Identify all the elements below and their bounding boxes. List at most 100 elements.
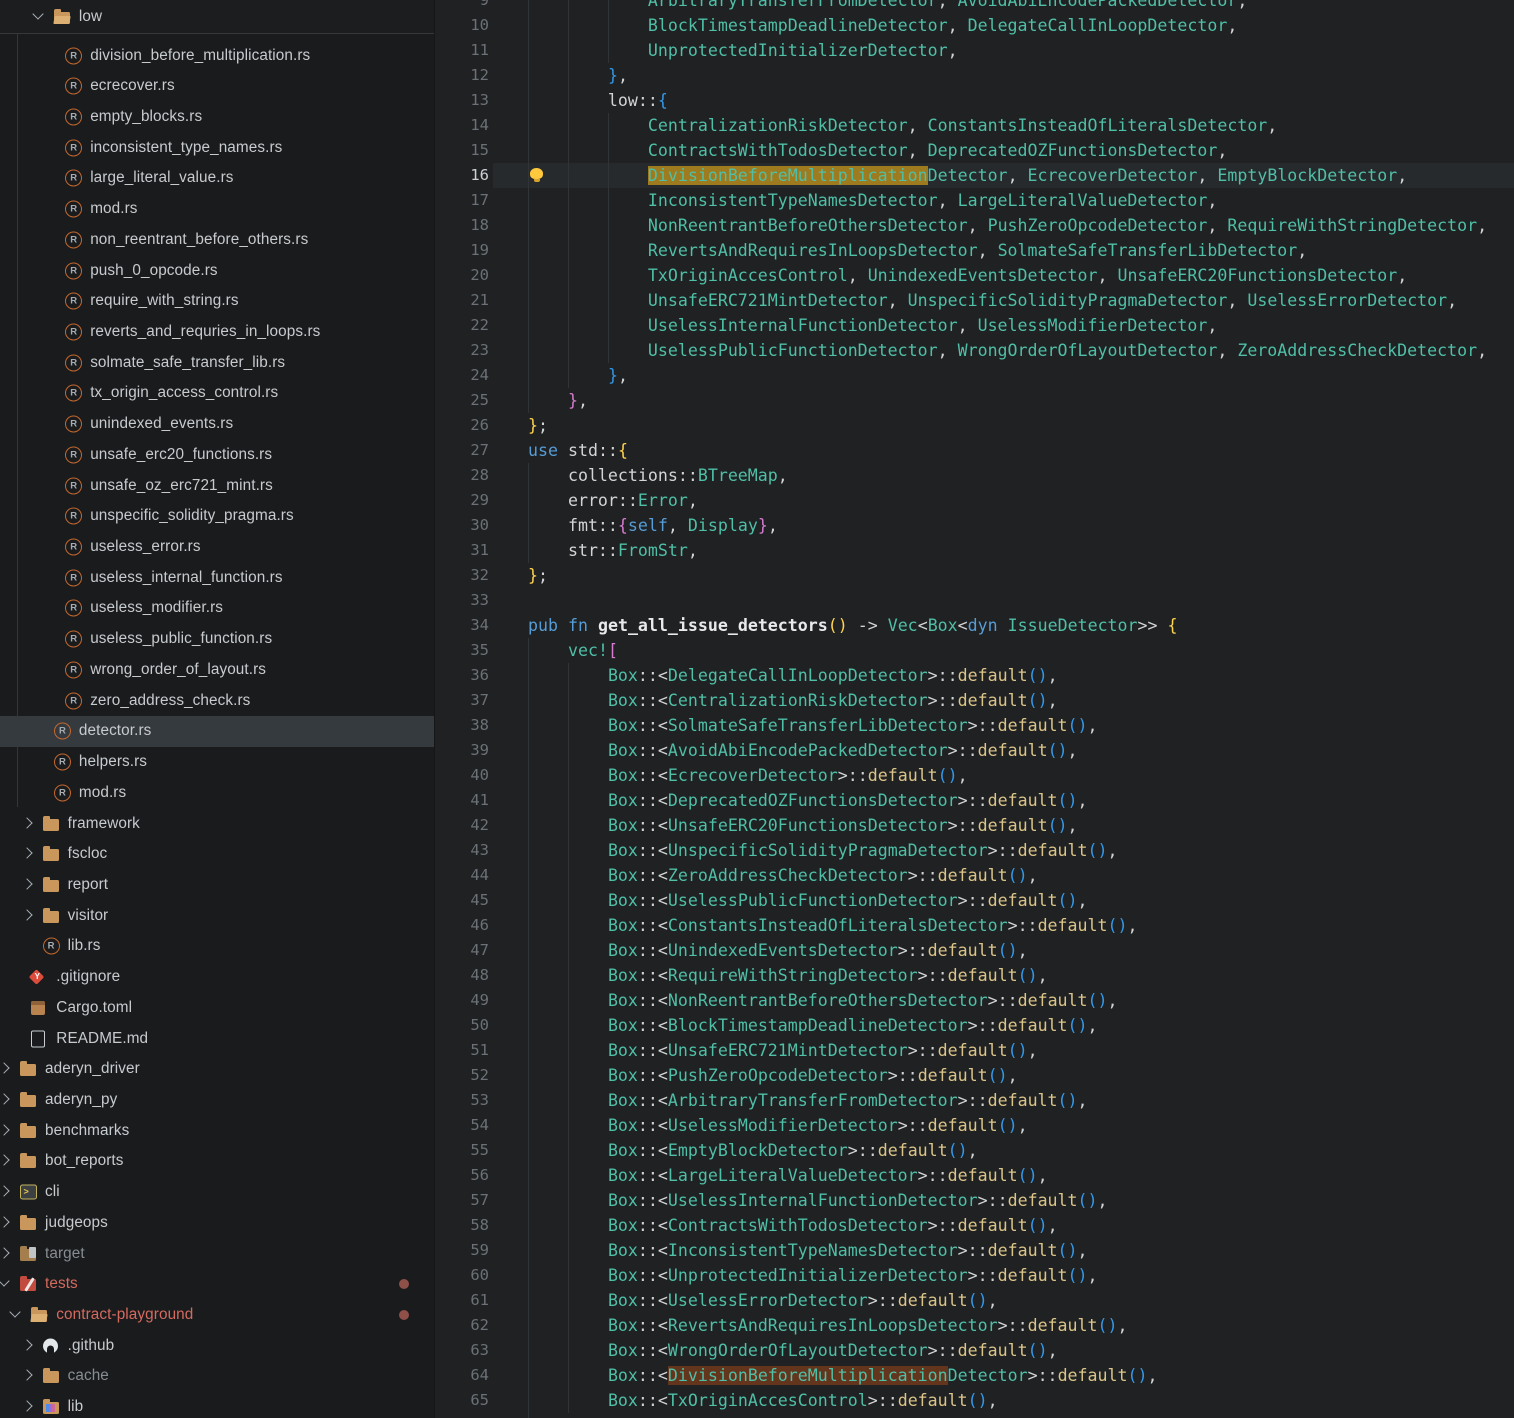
tree-item-benchmarks[interactable]: benchmarks — [0, 1115, 434, 1146]
code-line[interactable]: 14 CentralizationRiskDetector, Constants… — [435, 113, 1514, 138]
chevron-down-icon[interactable] — [32, 8, 43, 19]
code-line[interactable]: 65 Box::<TxOriginAccesControl>::default(… — [435, 1388, 1514, 1413]
code-line[interactable]: 12 }, — [435, 63, 1514, 88]
code-line[interactable]: 50 Box::<BlockTimestampDeadlineDetector>… — [435, 1013, 1514, 1038]
code-line[interactable]: 18 NonReentrantBeforeOthersDetector, Pus… — [435, 213, 1514, 238]
code-line[interactable]: 30 fmt::{self, Display}, — [435, 513, 1514, 538]
code-line[interactable]: 29 error::Error, — [435, 488, 1514, 513]
tree-item-unsafe_erc20_functions.rs[interactable]: Runsafe_erc20_functions.rs — [0, 439, 434, 470]
code-line[interactable]: 31 str::FromStr, — [435, 538, 1514, 563]
code-line[interactable]: 9 ArbitraryTransferFromDetector, AvoidAb… — [435, 0, 1514, 13]
tree-item-ecrecover.rs[interactable]: Recrecover.rs — [0, 71, 434, 102]
code-line[interactable]: 16 DivisionBeforeMultiplicationDetector,… — [435, 163, 1514, 188]
tree-item-require_with_string.rs[interactable]: Rrequire_with_string.rs — [0, 286, 434, 317]
tree-item-visitor[interactable]: visitor — [0, 900, 434, 931]
code-line[interactable]: 64 Box::<DivisionBeforeMultiplicationDet… — [435, 1363, 1514, 1388]
code-line[interactable]: 59 Box::<InconsistentTypeNamesDetector>:… — [435, 1238, 1514, 1263]
code-line[interactable]: 57 Box::<UselessInternalFunctionDetector… — [435, 1188, 1514, 1213]
code-line[interactable]: 19 RevertsAndRequiresInLoopsDetector, So… — [435, 238, 1514, 263]
code-line[interactable]: 28 collections::BTreeMap, — [435, 463, 1514, 488]
code-line[interactable]: 27use std::{ — [435, 438, 1514, 463]
chevron-right-icon[interactable] — [21, 1401, 32, 1412]
code-line[interactable]: 41 Box::<DeprecatedOZFunctionsDetector>:… — [435, 788, 1514, 813]
tree-item-useless_public_function.rs[interactable]: Ruseless_public_function.rs — [0, 624, 434, 655]
code-line[interactable]: 17 InconsistentTypeNamesDetector, LargeL… — [435, 188, 1514, 213]
tree-item-aderyn_py[interactable]: aderyn_py — [0, 1084, 434, 1115]
code-line[interactable]: 25 }, — [435, 388, 1514, 413]
code-line[interactable]: 13 low::{ — [435, 88, 1514, 113]
code-line[interactable]: 36 Box::<DelegateCallInLoopDetector>::de… — [435, 663, 1514, 688]
tree-item-solmate_safe_transfer_lib.rs[interactable]: Rsolmate_safe_transfer_lib.rs — [0, 347, 434, 378]
code-line[interactable]: 40 Box::<EcrecoverDetector>::default(), — [435, 763, 1514, 788]
tree-item-framework[interactable]: framework — [0, 808, 434, 839]
chevron-right-icon[interactable] — [21, 1370, 32, 1381]
chevron-down-icon[interactable] — [0, 1276, 10, 1287]
chevron-right-icon[interactable] — [0, 1155, 10, 1166]
tree-item-large_literal_value.rs[interactable]: Rlarge_literal_value.rs — [0, 163, 434, 194]
tree-item-mod.rs[interactable]: Rmod.rs — [0, 777, 434, 808]
code-line[interactable]: 35 vec![ — [435, 638, 1514, 663]
code-line[interactable]: 20 TxOriginAccesControl, UnindexedEvents… — [435, 263, 1514, 288]
code-line[interactable]: 45 Box::<UselessPublicFunctionDetector>:… — [435, 888, 1514, 913]
tree-item-Cargo.toml[interactable]: Cargo.toml — [0, 992, 434, 1023]
code-line[interactable]: 63 Box::<WrongOrderOfLayoutDetector>::de… — [435, 1338, 1514, 1363]
code-line[interactable]: 62 Box::<RevertsAndRequiresInLoopsDetect… — [435, 1313, 1514, 1338]
tree-item-non_reentrant_before_others.rs[interactable]: Rnon_reentrant_before_others.rs — [0, 224, 434, 255]
tree-item-push_0_opcode.rs[interactable]: Rpush_0_opcode.rs — [0, 255, 434, 286]
tree-item-contract-playground[interactable]: contract-playground — [0, 1300, 434, 1331]
code-line[interactable]: 11 UnprotectedInitializerDetector, — [435, 38, 1514, 63]
code-line[interactable]: 56 Box::<LargeLiteralValueDetector>::def… — [435, 1163, 1514, 1188]
chevron-right-icon[interactable] — [21, 909, 32, 920]
code-line[interactable]: 23 UselessPublicFunctionDetector, WrongO… — [435, 338, 1514, 363]
tree-item-target[interactable]: target — [0, 1238, 434, 1269]
code-line[interactable]: 32}; — [435, 563, 1514, 588]
tree-item-mod.rs[interactable]: Rmod.rs — [0, 194, 434, 225]
code-line[interactable]: 34pub fn get_all_issue_detectors() -> Ve… — [435, 613, 1514, 638]
tree-item-useless_modifier.rs[interactable]: Ruseless_modifier.rs — [0, 593, 434, 624]
tree-item-aderyn_driver[interactable]: aderyn_driver — [0, 1054, 434, 1085]
tree-item-bot_reports[interactable]: bot_reports — [0, 1146, 434, 1177]
code-line[interactable]: 66 ] — [435, 1413, 1514, 1418]
chevron-down-icon[interactable] — [10, 1306, 21, 1317]
tree-item-cli[interactable]: cli — [0, 1177, 434, 1208]
code-line[interactable]: 47 Box::<UnindexedEventsDetector>::defau… — [435, 938, 1514, 963]
tree-item-cache[interactable]: cache — [0, 1361, 434, 1392]
chevron-right-icon[interactable] — [0, 1063, 10, 1074]
chevron-right-icon[interactable] — [0, 1093, 10, 1104]
tree-item-unspecific_solidity_pragma.rs[interactable]: Runspecific_solidity_pragma.rs — [0, 501, 434, 532]
tree-item-.github[interactable]: .github — [0, 1330, 434, 1361]
tree-item-unindexed_events.rs[interactable]: Runindexed_events.rs — [0, 409, 434, 440]
tree-item-empty_blocks.rs[interactable]: Rempty_blocks.rs — [0, 101, 434, 132]
code-line[interactable]: 46 Box::<ConstantsInsteadOfLiteralsDetec… — [435, 913, 1514, 938]
tree-item-judgeops[interactable]: judgeops — [0, 1207, 434, 1238]
code-line[interactable]: 22 UselessInternalFunctionDetector, Usel… — [435, 313, 1514, 338]
chevron-right-icon[interactable] — [21, 878, 32, 889]
tree-item-useless_error.rs[interactable]: Ruseless_error.rs — [0, 532, 434, 563]
code-editor[interactable]: 9 ArbitraryTransferFromDetector, AvoidAb… — [434, 0, 1514, 1418]
chevron-right-icon[interactable] — [0, 1247, 10, 1258]
chevron-right-icon[interactable] — [21, 817, 32, 828]
tree-item-tx_origin_access_control.rs[interactable]: Rtx_origin_access_control.rs — [0, 378, 434, 409]
chevron-right-icon[interactable] — [0, 1185, 10, 1196]
code-line[interactable]: 43 Box::<UnspecificSolidityPragmaDetecto… — [435, 838, 1514, 863]
code-line[interactable]: 10 BlockTimestampDeadlineDetector, Deleg… — [435, 13, 1514, 38]
code-line[interactable]: 38 Box::<SolmateSafeTransferLibDetector>… — [435, 713, 1514, 738]
code-line[interactable]: 44 Box::<ZeroAddressCheckDetector>::defa… — [435, 863, 1514, 888]
tree-item-inconsistent_type_names.rs[interactable]: Rinconsistent_type_names.rs — [0, 132, 434, 163]
code-line[interactable]: 51 Box::<UnsafeERC721MintDetector>::defa… — [435, 1038, 1514, 1063]
code-line[interactable]: 37 Box::<CentralizationRiskDetector>::de… — [435, 688, 1514, 713]
tree-item-helpers.rs[interactable]: Rhelpers.rs — [0, 747, 434, 778]
chevron-right-icon[interactable] — [0, 1124, 10, 1135]
tree-item-README.md[interactable]: README.md — [0, 1023, 434, 1054]
tree-item-zero_address_check.rs[interactable]: Rzero_address_check.rs — [0, 685, 434, 716]
tree-item-detector.rs[interactable]: Rdetector.rs — [0, 716, 434, 747]
chevron-right-icon[interactable] — [21, 1339, 32, 1350]
code-line[interactable]: 24 }, — [435, 363, 1514, 388]
tree-item-lib.rs[interactable]: Rlib.rs — [0, 931, 434, 962]
tree-item-lib[interactable]: lib — [0, 1392, 434, 1418]
chevron-right-icon[interactable] — [21, 848, 32, 859]
tree-item-low[interactable]: low — [0, 0, 434, 34]
tree-item-report[interactable]: report — [0, 869, 434, 900]
tree-item-reverts_and_requries_in_loops.rs[interactable]: Rreverts_and_requries_in_loops.rs — [0, 316, 434, 347]
code-line[interactable]: 54 Box::<UselessModifierDetector>::defau… — [435, 1113, 1514, 1138]
